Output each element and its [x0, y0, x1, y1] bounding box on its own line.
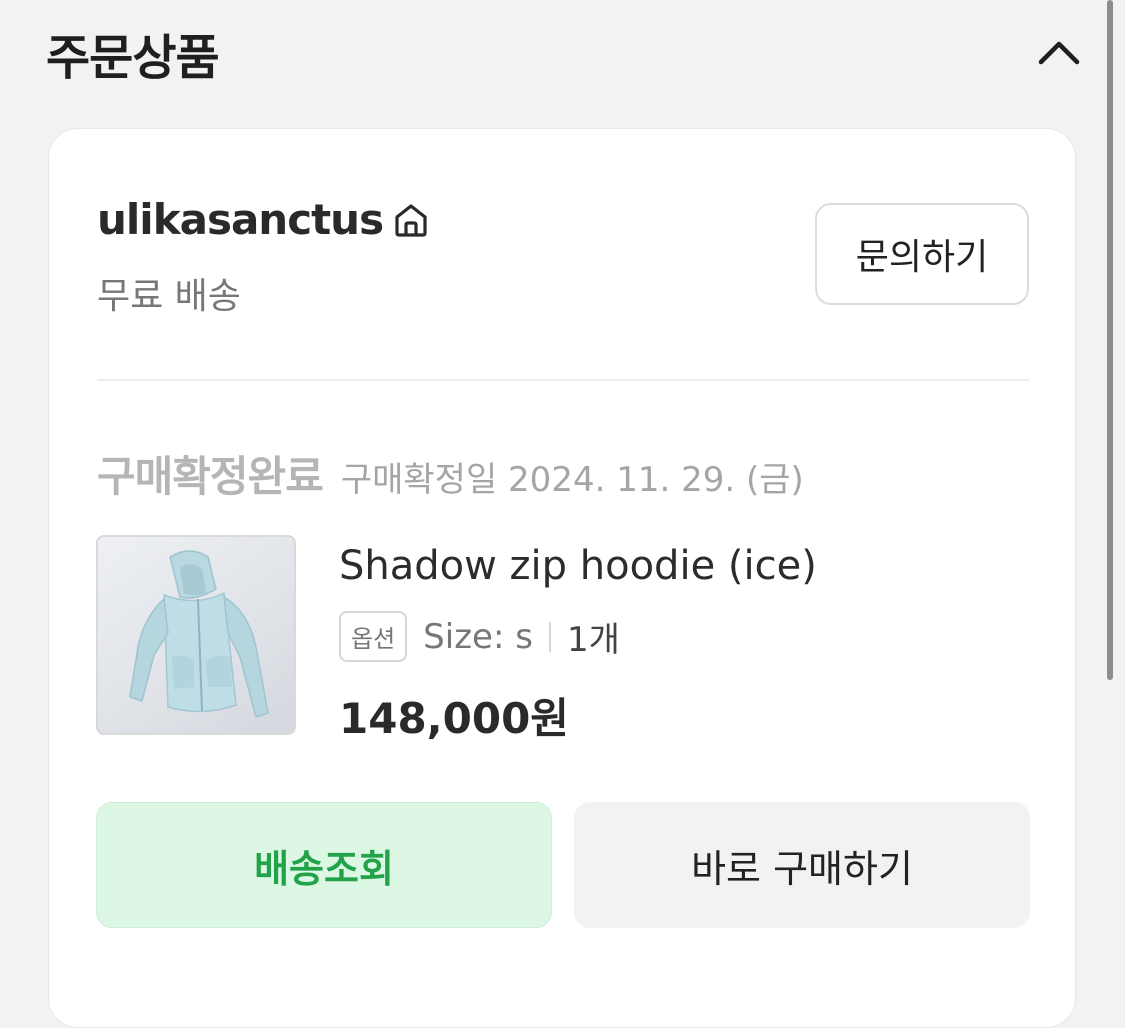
section-title: 주문상품: [46, 30, 220, 86]
option-separator: [548, 621, 551, 652]
order-status: 구매확정완료: [97, 452, 324, 501]
chevron-up-icon: [1038, 41, 1080, 65]
product-name[interactable]: Shadow zip hoodie (ice): [339, 543, 817, 589]
quantity: 1개: [566, 620, 620, 660]
confirm-date: 구매확정일 2024. 11. 29. (금): [340, 460, 804, 500]
buy-again-button[interactable]: 바로 구매하기: [574, 802, 1030, 928]
order-status-row: 구매확정완료 구매확정일 2024. 11. 29. (금): [97, 443, 804, 504]
hoodie-image: [129, 550, 269, 718]
seller-name-row[interactable]: ulikasanctus: [97, 195, 433, 244]
product-thumbnail[interactable]: [96, 535, 296, 735]
seller-name[interactable]: ulikasanctus: [97, 195, 384, 244]
order-item-card: ulikasanctus 무료 배송 문의하기 구매확정완료 구매확정일 202…: [48, 128, 1076, 1028]
product-price: 148,000원: [339, 694, 569, 743]
option-badge: 옵션: [339, 611, 408, 662]
track-delivery-button[interactable]: 배송조회: [96, 802, 552, 928]
shipping-label: 무료 배송: [97, 276, 241, 317]
collapse-button[interactable]: [1035, 32, 1083, 72]
scrollbar[interactable]: [1107, 0, 1113, 680]
option-value: Size: s: [423, 616, 533, 657]
home-icon[interactable]: [389, 198, 433, 242]
order-items-header: 주문상품: [46, 18, 1085, 90]
divider: [97, 379, 1029, 381]
inquiry-button[interactable]: 문의하기: [815, 203, 1029, 305]
option-row: 옵션 Size: s 1개: [339, 611, 620, 662]
